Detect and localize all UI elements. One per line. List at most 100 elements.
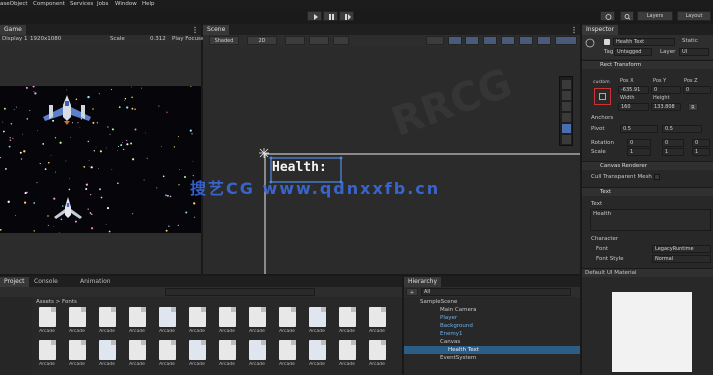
asset-item[interactable]: Arcade — [306, 340, 328, 367]
play-button[interactable] — [307, 11, 322, 21]
menu-help[interactable]: Help — [142, 0, 155, 8]
hierarchy-item-enemy[interactable]: Enemy1 — [440, 330, 615, 338]
pivot-x-field[interactable]: 0.5 — [620, 125, 658, 133]
height-field[interactable]: 133.808 — [651, 103, 681, 111]
layer-dropdown[interactable]: UI — [679, 48, 709, 56]
hierarchy-item-background[interactable]: Background — [440, 322, 615, 330]
rot-x-field[interactable]: 0 — [627, 139, 651, 147]
asset-item[interactable]: Arcade — [276, 340, 298, 367]
search-button[interactable] — [620, 11, 634, 21]
display-dropdown[interactable]: Display 1 — [2, 36, 28, 42]
asset-item[interactable]: Arcade — [186, 307, 208, 334]
asset-item[interactable]: Arcade — [216, 307, 238, 334]
asset-item[interactable]: Arcade — [156, 340, 178, 367]
text-component-header[interactable]: Text — [582, 187, 713, 196]
hierarchy-item-eventsystem[interactable]: EventSystem — [440, 354, 615, 362]
pos-x-field[interactable]: -635.91 — [618, 86, 649, 94]
tool-custom[interactable] — [537, 36, 551, 45]
asset-item[interactable]: Arcade — [126, 307, 148, 334]
asset-item[interactable]: Arcade — [276, 307, 298, 334]
tag-dropdown[interactable]: Untagged — [614, 48, 652, 56]
layout-dropdown[interactable]: Layout — [677, 11, 711, 21]
more-icon[interactable] — [193, 26, 197, 34]
rotate-tool[interactable] — [562, 102, 571, 111]
menu-services[interactable]: Services — [70, 0, 93, 8]
project-search[interactable] — [165, 288, 315, 296]
tool-rotate[interactable] — [465, 36, 479, 45]
move-tool[interactable] — [562, 91, 571, 100]
transform-tool[interactable] — [562, 135, 571, 144]
material-header[interactable]: Default UI Material — [582, 268, 713, 277]
canvas-renderer-header[interactable]: Canvas Renderer — [582, 161, 713, 170]
asset-item[interactable]: Arcade — [96, 307, 118, 334]
asset-item[interactable]: Arcade — [126, 340, 148, 367]
step-button[interactable] — [339, 11, 354, 21]
asset-item[interactable]: Arcade — [186, 340, 208, 367]
tab-scene[interactable]: Scene — [203, 25, 230, 35]
hand-tool[interactable] — [562, 80, 571, 89]
scale-z-field[interactable]: 1 — [692, 148, 710, 156]
add-button[interactable]: + — [406, 288, 418, 296]
tool-rect[interactable] — [501, 36, 515, 45]
asset-item[interactable]: Arcade — [246, 307, 268, 334]
cloud-button[interactable] — [600, 11, 615, 21]
scale-tool[interactable] — [562, 113, 571, 122]
active-checkbox[interactable] — [604, 39, 610, 45]
rect-tool[interactable] — [562, 124, 571, 133]
cull-checkbox[interactable] — [654, 174, 660, 180]
tool-transform[interactable] — [519, 36, 533, 45]
menu-gameobject[interactable]: aseObject — [0, 0, 28, 8]
object-name-field[interactable]: Health Text — [613, 38, 675, 46]
asset-item[interactable]: Arcade — [216, 340, 238, 367]
shaded-dropdown[interactable]: Shaded — [209, 36, 239, 45]
tab-game[interactable]: Game — [0, 25, 26, 35]
width-field[interactable]: 160 — [618, 103, 649, 111]
hierarchy-item-main-camera[interactable]: Main Camera — [440, 306, 615, 314]
rect-transform-header[interactable]: Rect Transform — [582, 60, 713, 69]
pos-y-field[interactable]: 0 — [651, 86, 681, 94]
text-area[interactable]: Health — [590, 209, 711, 231]
menu-window[interactable]: Window — [115, 0, 137, 8]
hierarchy-item-health-text[interactable]: Health Text — [448, 346, 623, 354]
asset-item[interactable]: Arcade — [96, 340, 118, 367]
view-options[interactable] — [426, 36, 444, 45]
asset-item[interactable]: Arcade — [366, 307, 388, 334]
raw-edit-button[interactable]: R — [688, 103, 698, 111]
tab-hierarchy[interactable]: Hierarchy — [404, 277, 442, 287]
font-style-dropdown[interactable]: Normal — [652, 255, 711, 263]
gizmos-dropdown[interactable] — [555, 36, 577, 45]
asset-item[interactable]: Arcade — [66, 340, 88, 367]
resolution-dropdown[interactable]: 1920x1080 — [30, 36, 61, 42]
asset-item[interactable]: Arcade — [306, 307, 328, 334]
tab-inspector[interactable]: Inspector — [582, 25, 618, 35]
pos-z-field[interactable]: 0 — [683, 86, 711, 94]
scene-root-row[interactable]: SampleScene — [420, 298, 595, 306]
breadcrumb[interactable]: Assets > Fonts — [36, 299, 77, 305]
tab-animation[interactable]: Animation — [76, 277, 115, 287]
static-label[interactable]: Static — [682, 38, 698, 44]
scale-y-field[interactable]: 1 — [662, 148, 684, 156]
asset-item[interactable]: Arcade — [156, 307, 178, 334]
hierarchy-search[interactable]: All — [421, 288, 571, 296]
health-text[interactable]: Health: — [272, 160, 327, 175]
tool-scale[interactable] — [483, 36, 497, 45]
asset-item[interactable]: Arcade — [36, 340, 58, 367]
rot-y-field[interactable]: 0 — [662, 139, 684, 147]
hierarchy-item-player[interactable]: Player — [440, 314, 615, 322]
asset-item[interactable]: Arcade — [366, 340, 388, 367]
fx-toggle[interactable] — [333, 36, 349, 45]
menu-component[interactable]: Component — [33, 0, 65, 8]
font-field[interactable]: LegacyRuntime — [652, 245, 711, 253]
tool-move[interactable] — [448, 36, 462, 45]
menu-jobs[interactable]: Jobs — [97, 0, 108, 8]
tab-console[interactable]: Console — [30, 277, 62, 287]
anchors-label[interactable]: Anchors — [591, 115, 613, 121]
more-icon[interactable] — [572, 26, 576, 34]
pivot-y-field[interactable]: 0.5 — [662, 125, 702, 133]
2d-toggle[interactable]: 2D — [247, 36, 277, 45]
asset-item[interactable]: Arcade — [66, 307, 88, 334]
anchor-preset[interactable] — [594, 88, 611, 105]
layers-dropdown[interactable]: Layers — [637, 11, 673, 21]
asset-item[interactable]: Arcade — [336, 340, 358, 367]
pause-button[interactable] — [323, 11, 338, 21]
